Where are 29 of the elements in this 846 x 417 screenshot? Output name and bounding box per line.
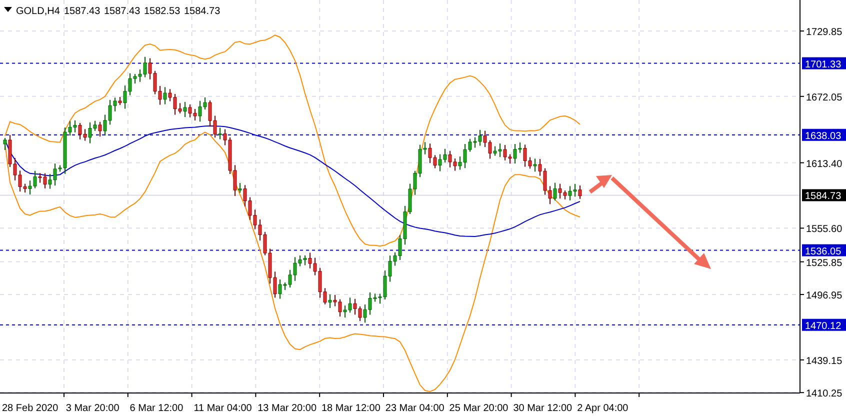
quote-value: 1587.43 (64, 6, 100, 17)
time-tick-label: 2 Apr 04:00 (577, 403, 628, 414)
time-tick-label: 3 Mar 20:00 (66, 403, 120, 414)
level-price-label: 1638.03 (802, 128, 846, 142)
price-tick-label: 1555.60 (806, 224, 842, 236)
time-tick-label: 18 Mar 12:00 (322, 403, 380, 414)
price-tick-label: 1729.85 (806, 27, 842, 38)
price-tick-label: 1525.85 (806, 258, 842, 269)
quote-value: 1584.73 (184, 6, 220, 17)
price-tick-label: 1613.40 (806, 158, 842, 170)
chart-symbol-label: GOLD,H4 (16, 6, 60, 17)
time-tick-label: 25 Mar 20:00 (449, 403, 508, 414)
quote-value: 1587.43 (104, 6, 140, 17)
quote-value: 1582.53 (144, 6, 180, 17)
time-tick-label: 11 Mar 04:00 (194, 403, 252, 414)
current-price-label: 1584.73 (802, 189, 846, 202)
level-price-label: 1701.33 (802, 57, 846, 70)
level-price-label: 1470.12 (802, 318, 846, 332)
level-price-label: 1536.05 (802, 244, 846, 258)
time-tick-label: 6 Mar 12:00 (130, 403, 184, 414)
time-tick-label: 23 Mar 04:00 (385, 403, 444, 414)
time-tick-label: 30 Mar 12:00 (513, 403, 572, 414)
price-tick-label: 1496.95 (806, 290, 842, 302)
time-tick-label: 28 Feb 2020 (2, 403, 58, 414)
price-tick-label: 1672.05 (806, 92, 842, 104)
price-tick-label: 1439.15 (806, 356, 842, 367)
price-tick-label: 1410.25 (806, 388, 842, 400)
dropdown-triangle-icon[interactable] (4, 7, 12, 12)
time-tick-label: 13 Mar 20:00 (258, 403, 317, 414)
